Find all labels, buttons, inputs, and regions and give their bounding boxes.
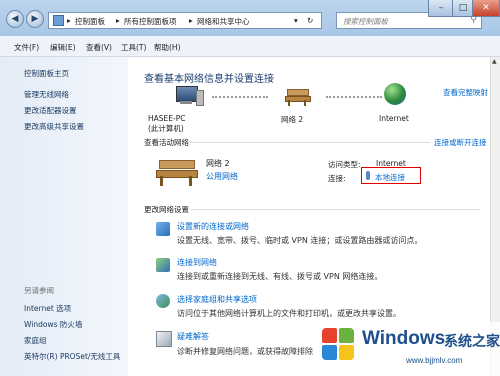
breadcrumb-sep-icon: ▸: [116, 16, 120, 25]
forward-button[interactable]: ▶: [26, 10, 44, 28]
watermark: Windows 系统之家 www.bjjmlv.com: [318, 322, 500, 376]
windows-logo-icon: [320, 326, 356, 362]
menu-tools[interactable]: 工具(T): [121, 42, 146, 53]
menu-file[interactable]: 文件(F): [14, 42, 39, 53]
menu-bar: 文件(F) 编辑(E) 查看(V) 工具(T) 帮助(H): [0, 36, 500, 57]
computer-icon[interactable]: [174, 84, 204, 108]
map-network-name: 网络 2: [281, 115, 304, 124]
control-panel-icon: [53, 15, 64, 26]
task-new-connection-link[interactable]: 设置新的连接或网络: [177, 221, 249, 232]
search-placeholder: 搜索控制面板: [343, 17, 388, 26]
task-new-connection-desc: 设置无线、宽带、拨号、临时或 VPN 连接；或设置路由器或访问点。: [177, 236, 423, 245]
see-also-homegroup[interactable]: 家庭组: [24, 335, 47, 346]
breadcrumb-sep-icon: ▸: [67, 16, 71, 25]
pc-subtitle: (此计算机): [148, 124, 184, 133]
troubleshoot-icon: [156, 331, 172, 347]
map-internet-label: Internet: [379, 114, 409, 123]
bench-network-icon[interactable]: [285, 86, 311, 106]
connection-line: [326, 96, 382, 98]
task-homegroup-link[interactable]: 选择家庭组和共享选项: [177, 294, 257, 305]
see-also-firewall[interactable]: Windows 防火墙: [24, 319, 82, 330]
see-also-intel-proset[interactable]: 英特尔(R) PROSet/无线工具: [24, 351, 120, 362]
see-also-heading: 另请参阅: [24, 286, 54, 295]
watermark-url: www.bjjmlv.com: [406, 356, 463, 365]
back-button[interactable]: ◀: [6, 10, 24, 28]
page-title: 查看基本网络信息并设置连接: [144, 74, 274, 85]
menu-view[interactable]: 查看(V): [86, 42, 112, 53]
connect-disconnect-link[interactable]: 连接或断开连接: [434, 137, 487, 148]
sidebar-home-link[interactable]: 控制面板主页: [24, 68, 69, 79]
minimize-button[interactable]: –: [428, 0, 454, 17]
task-troubleshoot-desc: 诊断并修复网络问题，或获得故障排除: [177, 347, 313, 356]
active-network-name: 网络 2: [206, 159, 230, 168]
scroll-up-icon[interactable]: ▲: [492, 58, 499, 66]
menu-help[interactable]: 帮助(H): [154, 42, 181, 53]
refresh-icon[interactable]: ↻: [307, 16, 313, 25]
new-connection-icon: [156, 222, 170, 236]
view-full-map-link[interactable]: 查看完整映射: [443, 87, 488, 98]
task-connect-network-link[interactable]: 连接到网络: [177, 257, 217, 268]
title-bar: ◀ ▶ ▸ 控制面板 ▸ 所有控制面板项 ▸ 网络和共享中心 ▾ ↻ 搜索控制面…: [0, 0, 500, 36]
address-bar[interactable]: ▸ 控制面板 ▸ 所有控制面板项 ▸ 网络和共享中心 ▾ ↻: [48, 12, 322, 29]
pc-name: HASEE-PC: [148, 114, 186, 123]
close-button[interactable]: ✕: [472, 0, 500, 17]
breadcrumb-all-items[interactable]: 所有控制面板项: [124, 16, 177, 27]
homegroup-icon: [156, 294, 170, 308]
breadcrumb-control-panel[interactable]: 控制面板: [75, 16, 105, 27]
maximize-button[interactable]: □: [452, 0, 474, 17]
address-dropdown-icon[interactable]: ▾: [294, 16, 298, 25]
breadcrumb-network-center[interactable]: 网络和共享中心: [197, 16, 250, 27]
access-type-label: 访问类型:: [328, 160, 361, 169]
task-homegroup-desc: 访问位于其他网络计算机上的文件和打印机，或更改共享设置。: [177, 309, 401, 318]
connection-line: [212, 96, 268, 98]
change-settings-heading: 更改网络设置: [144, 205, 189, 214]
sidebar-item-advanced-sharing[interactable]: 更改高级共享设置: [24, 121, 84, 132]
sidebar-item-manage-wireless[interactable]: 管理无线网络: [24, 89, 69, 100]
connect-network-icon: [156, 258, 170, 272]
sidebar-item-adapter-settings[interactable]: 更改适配器设置: [24, 105, 77, 116]
menu-edit[interactable]: 编辑(E): [50, 42, 76, 53]
local-connection-link[interactable]: 本地连接: [375, 172, 405, 183]
ethernet-connection-icon: [366, 171, 370, 180]
task-troubleshoot-link[interactable]: 疑难解答: [177, 331, 209, 342]
internet-globe-icon[interactable]: [384, 83, 406, 105]
sidebar: 控制面板主页 管理无线网络 更改适配器设置 更改高级共享设置 另请参阅 Inte…: [0, 57, 128, 376]
watermark-brand: Windows: [362, 328, 446, 349]
network-type-link[interactable]: 公用网络: [206, 171, 238, 182]
breadcrumb-sep-icon: ▸: [189, 16, 193, 25]
divider: [190, 142, 430, 143]
divider: [190, 209, 480, 210]
see-also-internet-options[interactable]: Internet 选项: [24, 303, 71, 314]
connections-label: 连接:: [328, 174, 346, 183]
bench-large-icon[interactable]: [156, 158, 198, 186]
watermark-suffix: 系统之家: [444, 334, 500, 350]
task-connect-network-desc: 连接到或重新连接到无线、有线、拨号或 VPN 网络连接。: [177, 272, 383, 281]
active-networks-heading: 查看活动网络: [144, 138, 189, 147]
